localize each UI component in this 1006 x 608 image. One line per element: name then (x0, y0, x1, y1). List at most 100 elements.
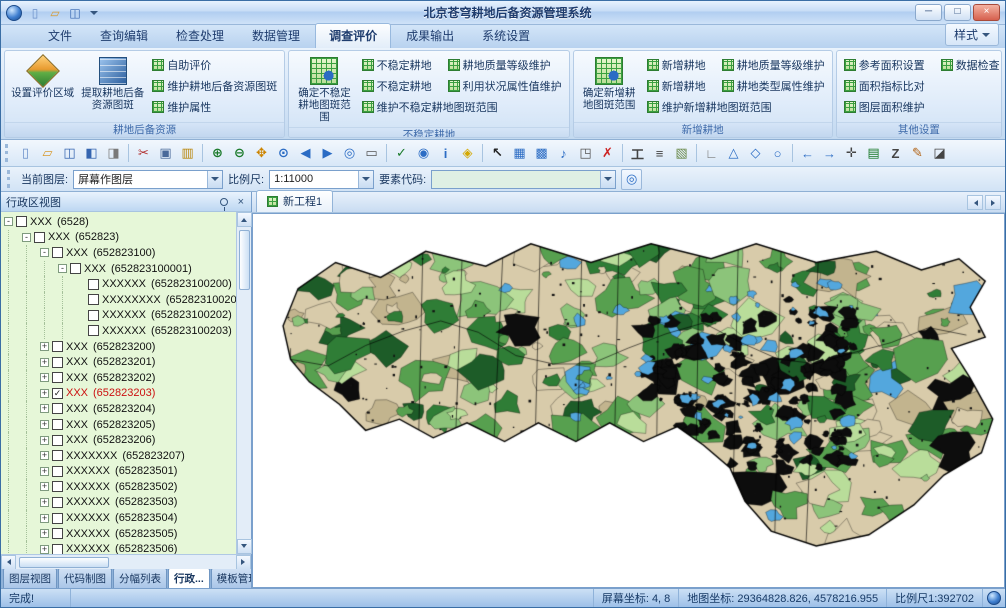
zoom-layer-icon[interactable]: ▤ (863, 143, 884, 164)
expand-icon[interactable]: + (40, 498, 49, 507)
pin-icon[interactable] (220, 198, 228, 206)
menu-tab-survey-evaluate[interactable]: 调查评价 (315, 23, 391, 48)
area-index-compare-button[interactable]: 面积指标比对 (841, 77, 928, 95)
expand-icon[interactable]: + (40, 373, 49, 382)
close-button[interactable]: × (973, 4, 1000, 21)
panel-tab-code-map[interactable]: 代码制图 (58, 569, 112, 588)
tree-item[interactable]: +XXXXXXX(652823207) (4, 448, 236, 464)
tree-checkbox[interactable] (34, 232, 45, 243)
panel-tab-admin-view[interactable]: 行政... (168, 569, 210, 588)
full-extent-icon[interactable]: ◎ (339, 143, 360, 164)
export-map-icon[interactable]: ◨ (103, 143, 124, 164)
tree-item[interactable]: -XXX(652823) (4, 230, 236, 246)
tree-checkbox[interactable] (88, 310, 99, 321)
ruler-icon[interactable]: 工 (627, 143, 648, 164)
new-file-icon[interactable]: ▯ (15, 143, 36, 164)
delete-icon[interactable]: ✗ (597, 143, 618, 164)
expand-icon[interactable]: + (40, 358, 49, 367)
feature-code-combo[interactable] (431, 170, 616, 189)
menu-tab-check-process[interactable]: 检查处理 (163, 24, 237, 48)
panel-close-icon[interactable]: × (236, 197, 246, 207)
undo-icon[interactable]: ← (797, 143, 818, 164)
new-quality-grade-button[interactable]: 耕地质量等级维护 (719, 56, 828, 74)
toolbox-icon[interactable]: ≡ (649, 143, 670, 164)
define-new-farmland-extent-button[interactable]: 确定新增耕地图斑范围 (578, 54, 641, 121)
tree-item[interactable]: -XXX(652823100001) (4, 261, 236, 277)
tree-checkbox[interactable] (52, 435, 63, 446)
scrollbar-thumb[interactable] (239, 230, 250, 290)
tree-item[interactable]: +XXXXXX(652823504) (4, 510, 236, 526)
tree-checkbox[interactable] (52, 450, 63, 461)
tree-checkbox[interactable] (88, 325, 99, 336)
data-check-button[interactable]: 数据检查 (938, 56, 1002, 74)
prev-map-tab-button[interactable] (967, 195, 983, 210)
select-rectangle-icon[interactable]: ▭ (361, 143, 382, 164)
new-farmland-button-2[interactable]: 新增耕地 (644, 77, 709, 95)
minimize-button[interactable]: ─ (915, 4, 942, 21)
copy-icon[interactable]: ▣ (155, 143, 176, 164)
style-menu-button[interactable]: 样式 (945, 23, 999, 46)
scroll-down-button[interactable] (237, 539, 252, 554)
extract-reserve-resource-button[interactable]: 提取耕地后备资源图斑 (79, 54, 146, 121)
tree-checkbox[interactable] (52, 528, 63, 539)
collapse-icon[interactable]: - (4, 217, 13, 226)
save-all-icon[interactable]: ◧ (81, 143, 102, 164)
previous-view-icon[interactable]: ◀ (295, 143, 316, 164)
info-icon[interactable]: i (435, 143, 456, 164)
tree-item[interactable]: -XXX(652823100) (4, 245, 236, 261)
scroll-right-button[interactable] (236, 555, 251, 570)
tree-checkbox[interactable] (16, 216, 27, 227)
tree-checkbox[interactable] (52, 419, 63, 430)
measure-angle-icon[interactable]: ∟ (701, 143, 722, 164)
combo-dropdown-icon[interactable] (358, 171, 373, 188)
tree-item[interactable]: +XXX(652823206) (4, 432, 236, 448)
circle-tool-icon[interactable]: ○ (767, 143, 788, 164)
quick-open-icon[interactable]: ▱ (46, 4, 64, 22)
expand-icon[interactable]: + (40, 420, 49, 429)
panel-tab-template-manage[interactable]: 模板管理 (211, 569, 251, 588)
collapse-icon[interactable]: - (40, 248, 49, 257)
move-icon[interactable]: ✛ (841, 143, 862, 164)
layer-area-maintain-button[interactable]: 图层面积维护 (841, 98, 928, 116)
expand-icon[interactable]: + (40, 545, 49, 554)
flash-locate-icon[interactable]: ◈ (457, 143, 478, 164)
menu-tab-result-output[interactable]: 成果输出 (393, 24, 467, 48)
tree-checkbox[interactable] (52, 544, 63, 554)
zoom-in-icon[interactable]: ⊕ (207, 143, 228, 164)
maximize-button[interactable]: □ (944, 4, 971, 21)
z-order-icon[interactable]: Z (885, 143, 906, 164)
tree-checkbox[interactable]: ✓ (52, 388, 63, 399)
status-globe-icon[interactable] (987, 591, 1001, 605)
quick-new-icon[interactable]: ▯ (26, 4, 44, 22)
tree-checkbox[interactable] (52, 513, 63, 524)
scrollbar-thumb[interactable] (19, 557, 109, 568)
next-map-tab-button[interactable] (985, 195, 1001, 210)
tree-item[interactable]: +XXXXXX(652823505) (4, 526, 236, 542)
menu-tab-query-edit[interactable]: 查询编辑 (87, 24, 161, 48)
set-evaluation-area-button[interactable]: 设置评价区域 (9, 54, 76, 121)
tree-checkbox[interactable] (70, 263, 81, 274)
reference-area-settings-button[interactable]: 参考面积设置 (841, 56, 928, 74)
menu-tab-data-manage[interactable]: 数据管理 (239, 24, 313, 48)
scroll-left-button[interactable] (1, 555, 16, 570)
tree-item[interactable]: +XXX(652823204) (4, 401, 236, 417)
tree-checkbox[interactable] (52, 357, 63, 368)
expand-icon[interactable]: + (40, 482, 49, 491)
open-folder-icon[interactable]: ▱ (37, 143, 58, 164)
unstable-farmland-button-2[interactable]: 不稳定耕地 (359, 77, 435, 95)
expand-icon[interactable]: + (40, 514, 49, 523)
tree-item[interactable]: XXXXXX(652823100203) (4, 323, 236, 339)
self-evaluate-button[interactable]: 自助评价 (149, 56, 280, 74)
current-layer-combo[interactable]: 屏幕作图层 (73, 170, 223, 189)
tree-checkbox[interactable] (52, 372, 63, 383)
collapse-icon[interactable]: - (22, 233, 31, 242)
feature-locate-button[interactable]: ◎ (621, 169, 642, 190)
menu-tab-file[interactable]: 文件 (35, 24, 85, 48)
panel-tab-sheet-list[interactable]: 分幅列表 (113, 569, 167, 588)
tree-checkbox[interactable] (52, 466, 63, 477)
overview-window-icon[interactable]: ◳ (575, 143, 596, 164)
tree-checkbox[interactable] (52, 481, 63, 492)
expand-icon[interactable]: + (40, 389, 49, 398)
expand-icon[interactable]: + (40, 342, 49, 351)
new-farmland-button[interactable]: 新增耕地 (644, 56, 709, 74)
